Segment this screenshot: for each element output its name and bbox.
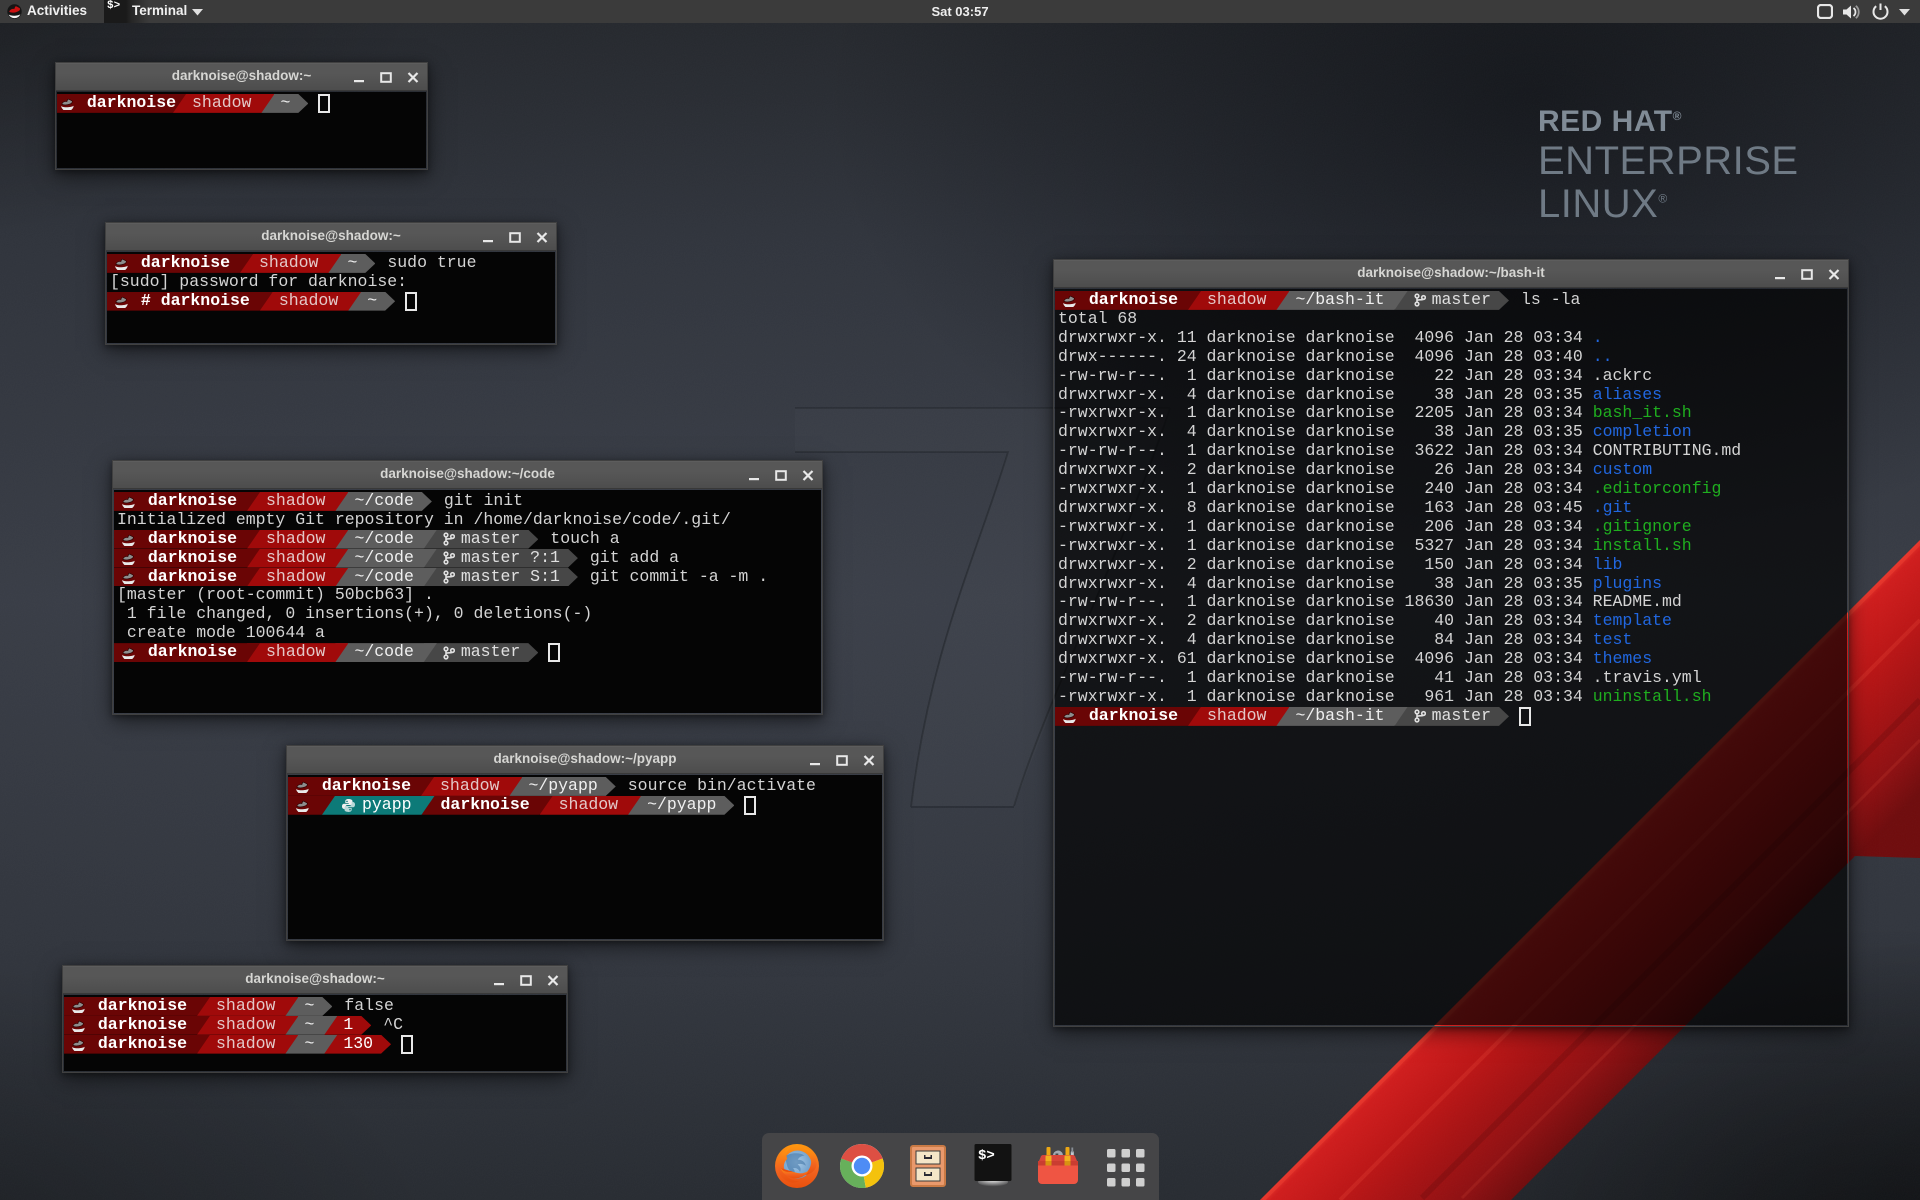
- svg-text:$>: $>: [978, 1148, 995, 1164]
